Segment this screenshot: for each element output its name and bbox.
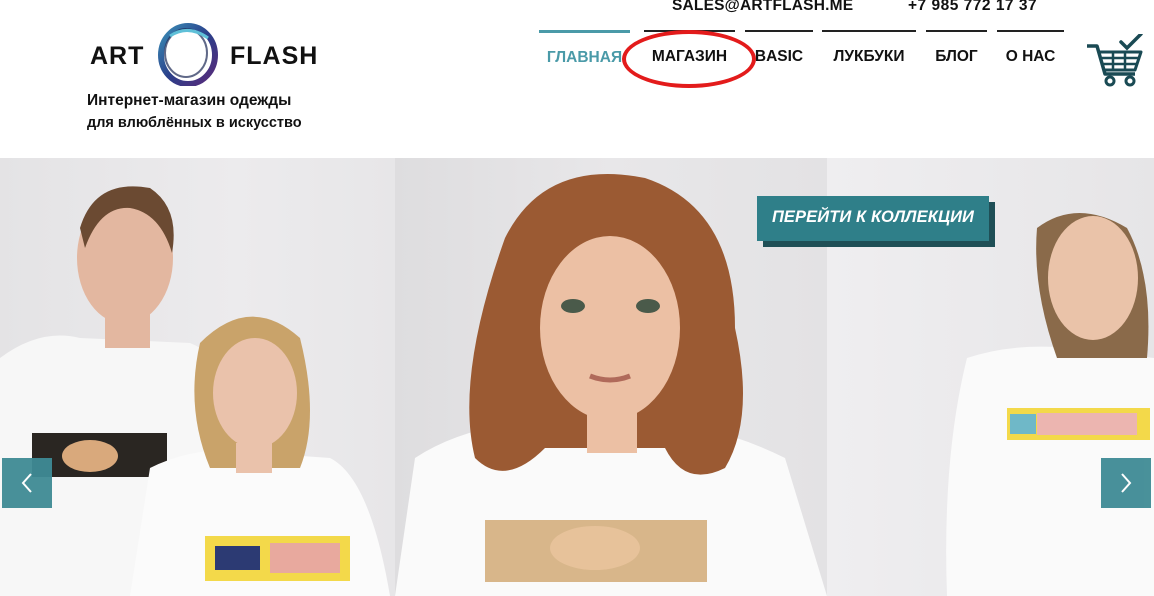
logo-text-flash: FLASH (230, 42, 319, 70)
site-header: ART FLASH Интернет-магазин одежды для вл… (0, 0, 1154, 158)
logo-ring-icon (158, 23, 218, 86)
nav-item-o-nas[interactable]: О НАС (997, 30, 1064, 82)
couple-photo-illustration (0, 186, 390, 596)
nav-item-lukbuki[interactable]: ЛУКБУКИ (822, 30, 916, 82)
logo-text-art: ART (90, 42, 145, 70)
slider-next-button[interactable] (1101, 458, 1151, 508)
contact-email-link[interactable]: SALES@ARTFLASH.ME (672, 0, 853, 15)
hero-photo-couple (0, 158, 395, 596)
nav-item-magazin[interactable]: МАГАЗИН (644, 30, 735, 82)
tagline-line1: Интернет-магазин одежды (87, 92, 292, 109)
tagline-line2: для влюблённых в искусство (87, 115, 302, 131)
cart-icon[interactable] (1085, 34, 1145, 90)
hero-slider: ПЕРЕЙТИ К КОЛЛЕКЦИИ (0, 158, 1154, 596)
contact-phone-link[interactable]: +7 985 772 17 37 (908, 0, 1037, 15)
nav-item-blog[interactable]: БЛОГ (926, 30, 987, 82)
nav-item-glavnaya[interactable]: ГЛАВНАЯ (539, 30, 630, 82)
chevron-right-icon (1121, 473, 1132, 493)
nav-item-basic[interactable]: BASIC (745, 30, 813, 82)
chevron-left-icon (21, 473, 32, 493)
slider-prev-button[interactable] (2, 458, 52, 508)
brand-logo[interactable]: ART FLASH (90, 20, 330, 90)
go-to-collection-button[interactable]: ПЕРЕЙТИ К КОЛЛЕКЦИИ (757, 196, 989, 241)
